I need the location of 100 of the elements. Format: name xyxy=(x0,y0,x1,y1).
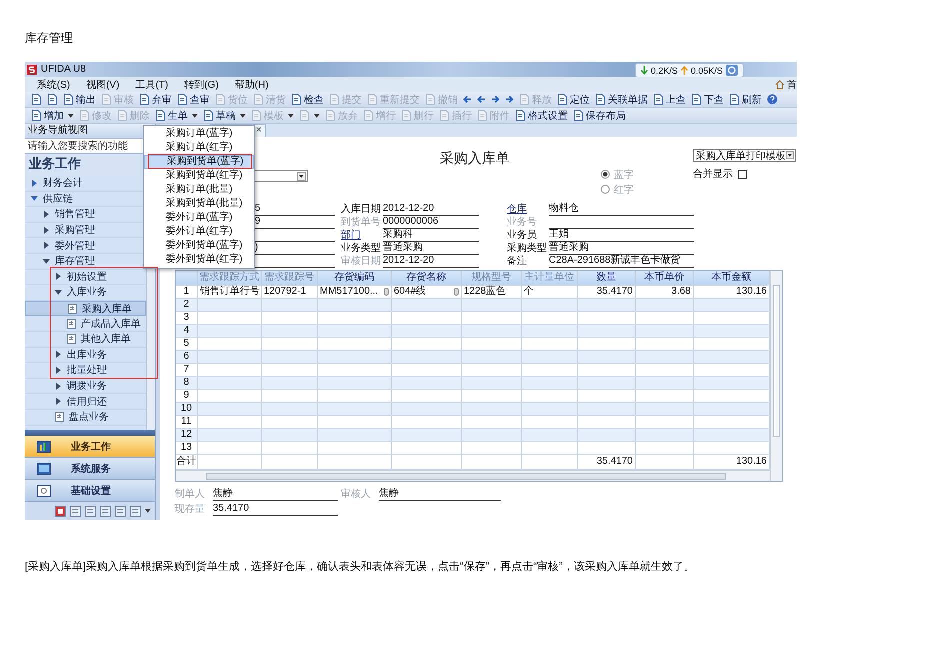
input-field[interactable]: 普通采购 xyxy=(549,242,694,255)
collapsed-arrow-icon xyxy=(43,226,50,234)
tree-label: 库存管理 xyxy=(55,254,95,268)
home-link[interactable]: 首 xyxy=(775,78,797,92)
toolbar-button[interactable]: 定位 xyxy=(555,92,592,107)
tree-item[interactable]: 采购入库单 xyxy=(25,300,146,316)
form-title: 采购入库单 xyxy=(439,149,511,167)
home-icon xyxy=(775,80,785,90)
checkbox-icon xyxy=(738,170,747,178)
input-field[interactable]: 采购科 xyxy=(383,229,479,242)
horizontal-scrollbar[interactable] xyxy=(176,470,770,481)
left-arrow-icon xyxy=(477,95,486,104)
row-number: 1 xyxy=(176,286,198,298)
input-field[interactable]: 35.4170 xyxy=(213,503,338,516)
document-icon xyxy=(595,94,606,105)
collapsed-arrow-icon xyxy=(55,398,62,406)
menu-item[interactable]: 采购到货单(红字) xyxy=(144,169,254,183)
input-field[interactable]: 王娟 xyxy=(549,229,694,242)
table-cell: 3.68 xyxy=(672,286,691,298)
right-arrow-icon xyxy=(491,95,500,104)
input-field[interactable]: 焦静 xyxy=(379,488,501,501)
module-button[interactable]: 业务工作 xyxy=(25,436,155,458)
row-number: 3 xyxy=(176,312,198,324)
document-icon xyxy=(63,94,74,105)
column-header[interactable]: 存货编码 xyxy=(318,271,392,285)
toolbar-button[interactable]: 弃审 xyxy=(137,92,174,107)
close-button[interactable]: × xyxy=(253,126,265,136)
toolbar-button[interactable]: 增加 xyxy=(29,108,76,123)
module-button[interactable]: 系统服务 xyxy=(25,458,155,480)
menu-item[interactable]: 采购到货单(蓝字) xyxy=(144,155,254,169)
collapsed-arrow-icon xyxy=(31,180,38,187)
shortcut-icon[interactable] xyxy=(70,506,81,516)
menu-item[interactable]: 委外到货单(红字) xyxy=(144,253,254,267)
menu-item[interactable]: 采购订单(批量) xyxy=(144,183,254,197)
toolbar-button[interactable]: 输出 xyxy=(61,92,98,107)
panel-header: 业务导航视图 xyxy=(25,124,155,139)
field-label: 入库日期 xyxy=(341,203,381,216)
input-field[interactable]: 普通采购 xyxy=(383,242,479,255)
merge-checkbox[interactable]: 合并显示 xyxy=(693,168,747,180)
toolbar-button[interactable]: 刷新 xyxy=(727,92,764,107)
collapsed-arrow-icon xyxy=(43,210,50,218)
lookup-icon[interactable] xyxy=(384,288,389,296)
row-number: 11 xyxy=(176,416,198,428)
template-select[interactable]: 采购入库单打印模板 xyxy=(693,149,796,162)
toolbar-button[interactable]: 生单 xyxy=(153,108,200,123)
toolbar-button[interactable]: 查审 xyxy=(175,92,212,107)
toolbar-button[interactable]: 上查 xyxy=(651,92,688,107)
document-icon xyxy=(47,94,58,105)
splitter-handle[interactable] xyxy=(25,430,155,436)
total-cell: 130.16 xyxy=(736,456,767,468)
tree-item[interactable]: 其他入库单 xyxy=(25,332,146,348)
toolbar-button[interactable]: 检查 xyxy=(289,92,326,107)
tree-item[interactable]: 产成品入库单 xyxy=(25,316,146,332)
toolbar-button[interactable]: 格式设置 xyxy=(513,108,570,123)
table-cell: 个 xyxy=(524,286,534,298)
document-icon xyxy=(203,110,214,121)
collapsed-arrow-icon xyxy=(55,382,62,390)
field-label: 仓库 xyxy=(507,203,527,216)
module-button[interactable]: 基础设置 xyxy=(25,480,155,502)
field-label: 备注 xyxy=(507,255,527,268)
shortcut-icon[interactable] xyxy=(130,506,141,516)
toolbar-button[interactable]: 关联单据 xyxy=(593,92,650,107)
menu-item[interactable]: 帮助(H) xyxy=(234,78,269,92)
caret-icon xyxy=(314,114,320,118)
caret-icon[interactable] xyxy=(145,509,151,513)
tree-label: 出库业务 xyxy=(67,348,107,362)
tree-item[interactable]: 盘点业务 xyxy=(25,410,146,426)
field-label: 审核日期 xyxy=(341,255,381,268)
toolbar-button[interactable]: 保存布局 xyxy=(571,108,628,123)
input-field[interactable]: 物料仓 xyxy=(549,203,694,216)
column-header[interactable]: 本币单价 xyxy=(636,271,694,285)
tree-label: 初始设置 xyxy=(67,270,107,284)
menu-item[interactable]: 视图(V) xyxy=(86,78,120,92)
vertical-scrollbar[interactable] xyxy=(770,271,782,481)
tree-label: 借用归还 xyxy=(67,396,107,409)
download-arrow-icon xyxy=(641,66,648,75)
browser-icon[interactable] xyxy=(726,65,738,76)
document-icon xyxy=(291,94,302,105)
toolbar-button[interactable]: 草稿 xyxy=(201,108,248,123)
shortcut-icon[interactable] xyxy=(55,506,66,516)
input-field[interactable]: 2012-12-20 xyxy=(383,203,479,216)
module-icon xyxy=(37,440,51,452)
menu-item[interactable]: 转到(G) xyxy=(184,78,219,92)
collapsed-arrow-icon xyxy=(43,242,50,250)
shortcut-icon[interactable] xyxy=(115,506,126,516)
input-field[interactable]: 焦静 xyxy=(213,488,338,501)
row-number: 2 xyxy=(176,299,198,311)
shortcut-icon[interactable] xyxy=(100,506,111,516)
lookup-icon[interactable] xyxy=(454,288,459,296)
menu-item[interactable]: 工具(T) xyxy=(136,78,168,92)
total-label: 合计 xyxy=(176,455,198,469)
menu-item[interactable]: 系统(S) xyxy=(37,78,70,92)
document-icon xyxy=(139,94,150,105)
column-header[interactable]: 存货名称 xyxy=(392,271,462,285)
input-field[interactable]: C28A-291688新诚丰色卡做货 xyxy=(549,255,694,268)
caret-icon xyxy=(240,114,246,118)
toolbar-button[interactable]: 下查 xyxy=(689,92,726,107)
tree-label: 采购管理 xyxy=(55,224,95,238)
column-header[interactable]: 数量 xyxy=(578,271,636,285)
shortcut-icon[interactable] xyxy=(85,506,96,516)
